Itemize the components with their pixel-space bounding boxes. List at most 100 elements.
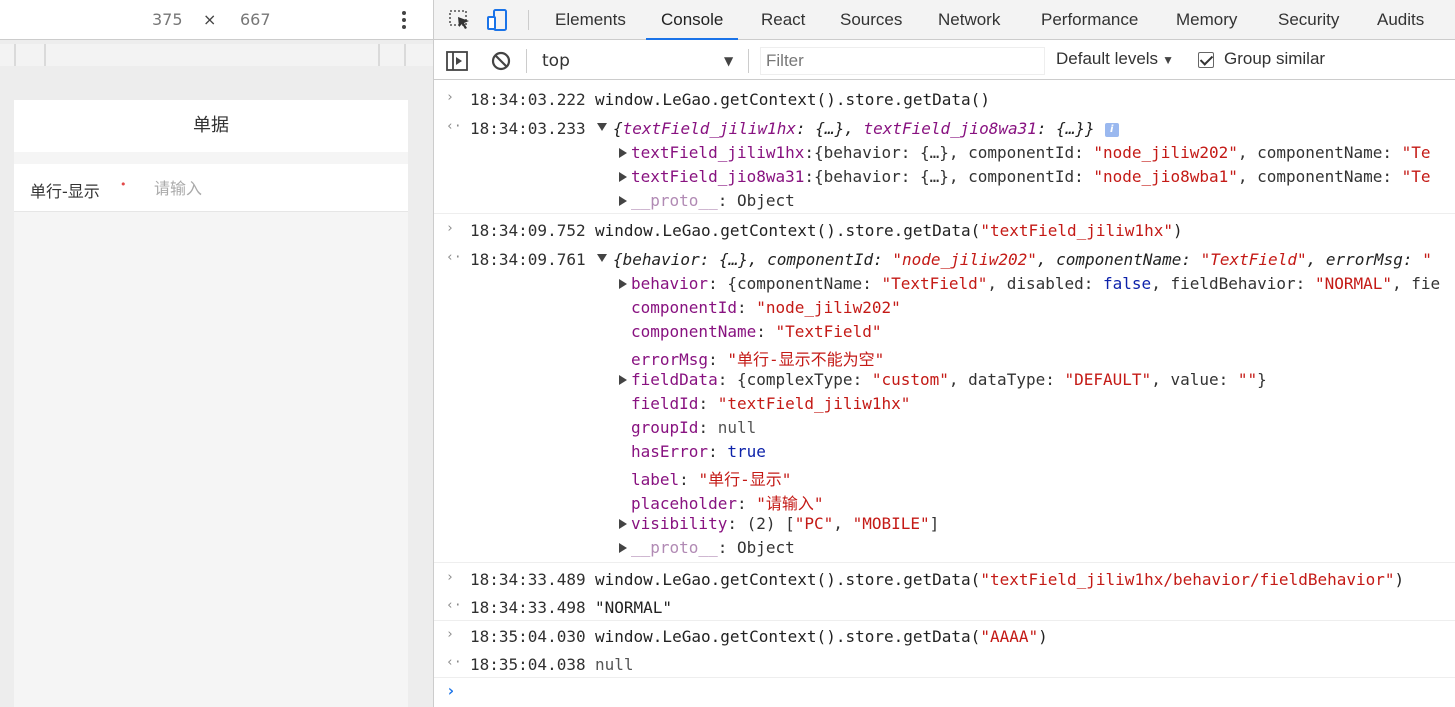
command-text[interactable]: window.LeGao.getContext().store.getData(… <box>595 221 1183 240</box>
expand-triangle-icon[interactable] <box>619 172 627 182</box>
console-entry: › 18:34:33.489 window.LeGao.getContext()… <box>434 563 1455 621</box>
object-property[interactable]: placeholder: "请输入" <box>434 488 1455 513</box>
console-entry: › 18:34:09.752 window.LeGao.getContext()… <box>434 214 1455 563</box>
log-levels-label: Default levels <box>1056 49 1159 68</box>
object-property[interactable]: fieldId: "textField_jiliw1hx" <box>434 392 1455 416</box>
console-toolbar: top ▼ Default levels▼ Group similar <box>434 41 1455 80</box>
emulated-viewport: 单据 单行-显示 • <box>14 100 408 707</box>
console-prompt[interactable]: › <box>434 679 1455 707</box>
inspect-element-icon[interactable] <box>448 8 472 32</box>
command-text[interactable]: window.LeGao.getContext().store.getData(… <box>595 627 1048 646</box>
object-property[interactable]: componentName: "TextField" <box>434 320 1455 344</box>
filter-input[interactable] <box>760 47 1045 75</box>
toolbar-divider <box>526 49 527 73</box>
tab-console[interactable]: Console <box>646 0 739 40</box>
timestamp: 18:35:04.038 <box>470 655 586 674</box>
object-property[interactable]: fieldData: {complexType: "custom", dataT… <box>434 368 1455 392</box>
console-messages: › 18:34:03.222 window.LeGao.getContext()… <box>434 81 1455 707</box>
object-property[interactable]: behavior: {componentName: "TextField", d… <box>434 272 1455 296</box>
sidebar-toggle-icon[interactable] <box>445 49 469 73</box>
text-field-input[interactable] <box>154 174 394 202</box>
object-property[interactable]: groupId: null <box>434 416 1455 440</box>
object-property[interactable]: __proto__: Object <box>434 189 1455 213</box>
clear-console-icon[interactable] <box>489 49 513 73</box>
page-title: 单据 <box>14 100 408 152</box>
timestamp: 18:34:03.222 <box>470 90 586 109</box>
expand-triangle-icon[interactable] <box>597 123 607 131</box>
object-summary[interactable]: {behavior: {…}, componentId: "node_jiliw… <box>613 250 1432 269</box>
console-output-line: ‹· 18:34:33.498 "NORMAL" <box>434 596 1455 620</box>
toolbar-divider <box>528 10 529 30</box>
tab-react[interactable]: React <box>761 0 805 40</box>
device-width[interactable]: 375 <box>152 10 183 29</box>
tab-audits[interactable]: Audits <box>1377 0 1424 40</box>
more-options-icon[interactable] <box>396 8 414 32</box>
result-value: null <box>595 655 634 674</box>
tab-security[interactable]: Security <box>1278 0 1339 40</box>
console-input[interactable] <box>470 679 1440 707</box>
ruler-segment <box>404 44 406 66</box>
expand-triangle-icon[interactable] <box>619 148 627 158</box>
caret-down-icon: ▼ <box>724 54 734 68</box>
device-toolbar: 375 × 667 <box>0 0 433 40</box>
input-chevron-icon: › <box>446 90 454 105</box>
expand-triangle-icon[interactable] <box>619 279 627 289</box>
devtools-tabbar: Elements Console React Sources Network P… <box>434 0 1455 40</box>
device-pane: 375 × 667 单据 单行-显示 • <box>0 0 433 707</box>
expand-triangle-icon[interactable] <box>619 375 627 385</box>
device-height[interactable]: 667 <box>240 10 271 29</box>
device-toolbar-icon[interactable] <box>486 8 510 32</box>
timestamp: 18:34:09.761 <box>470 250 586 269</box>
tab-network[interactable]: Network <box>938 0 1000 40</box>
object-property[interactable]: errorMsg: "单行-显示不能为空" <box>434 344 1455 369</box>
output-arrow-icon: ‹· <box>446 119 462 134</box>
command-text[interactable]: window.LeGao.getContext().store.getData(… <box>595 90 990 109</box>
group-similar-checkbox[interactable] <box>1198 52 1214 68</box>
timestamp: 18:34:33.498 <box>470 598 586 617</box>
console-entry: › 18:35:04.030 window.LeGao.getContext()… <box>434 621 1455 678</box>
timestamp: 18:34:03.233 <box>470 119 586 138</box>
context-value: top <box>542 51 570 71</box>
console-input-line: › 18:34:33.489 window.LeGao.getContext()… <box>434 568 1455 592</box>
command-text[interactable]: window.LeGao.getContext().store.getData(… <box>595 570 1404 589</box>
console-output-line[interactable]: ‹· 18:34:09.761 {behavior: {…}, componen… <box>434 248 1455 272</box>
tab-sources[interactable]: Sources <box>840 0 902 40</box>
object-property[interactable]: textField_jio8wa31:{behavior: {…}, compo… <box>434 165 1455 189</box>
expand-triangle-icon[interactable] <box>597 254 607 262</box>
log-levels-dropdown[interactable]: Default levels ▼ <box>1056 49 1174 69</box>
required-marker: • <box>120 178 127 191</box>
tab-elements[interactable]: Elements <box>555 0 626 40</box>
input-chevron-icon: › <box>446 221 454 236</box>
context-selector[interactable]: top ▼ <box>538 47 738 75</box>
prompt-chevron-icon: › <box>446 681 456 700</box>
expand-triangle-icon[interactable] <box>619 543 627 553</box>
input-chevron-icon: › <box>446 627 454 642</box>
info-icon[interactable]: i <box>1104 122 1119 137</box>
tab-memory[interactable]: Memory <box>1176 0 1237 40</box>
console-input-line: › 18:35:04.030 window.LeGao.getContext()… <box>434 625 1455 649</box>
object-property[interactable]: hasError: true <box>434 440 1455 464</box>
dimension-separator: × <box>203 10 217 29</box>
media-query-ruler[interactable] <box>0 44 433 66</box>
group-similar-label: Group similar <box>1224 49 1326 68</box>
ruler-segment <box>14 44 16 66</box>
expand-triangle-icon[interactable] <box>619 519 627 529</box>
expand-triangle-icon[interactable] <box>619 196 627 206</box>
object-property[interactable]: label: "单行-显示" <box>434 464 1455 489</box>
object-property[interactable]: visibility: (2) ["PC", "MOBILE"] <box>434 512 1455 536</box>
output-arrow-icon: ‹· <box>446 250 462 265</box>
tab-performance[interactable]: Performance <box>1041 0 1138 40</box>
ruler-segment <box>378 44 380 66</box>
object-property[interactable]: componentId: "node_jiliw202" <box>434 296 1455 320</box>
console-input-line: › 18:34:03.222 window.LeGao.getContext()… <box>434 88 1455 112</box>
object-property[interactable]: __proto__: Object <box>434 536 1455 560</box>
timestamp: 18:34:09.752 <box>470 221 586 240</box>
output-arrow-icon: ‹· <box>446 598 462 613</box>
ruler-segment <box>44 44 46 66</box>
object-property[interactable]: textField_jiliw1hx:{behavior: {…}, compo… <box>434 141 1455 165</box>
console-input-line: › 18:34:09.752 window.LeGao.getContext()… <box>434 219 1455 243</box>
timestamp: 18:35:04.030 <box>470 627 586 646</box>
console-output-line[interactable]: ‹· 18:34:03.233 {textField_jiliw1hx: {…}… <box>434 117 1455 141</box>
object-summary[interactable]: {textField_jiliw1hx: {…}, textField_jio8… <box>613 119 1119 138</box>
caret-down-icon: ▼ <box>1162 53 1174 67</box>
